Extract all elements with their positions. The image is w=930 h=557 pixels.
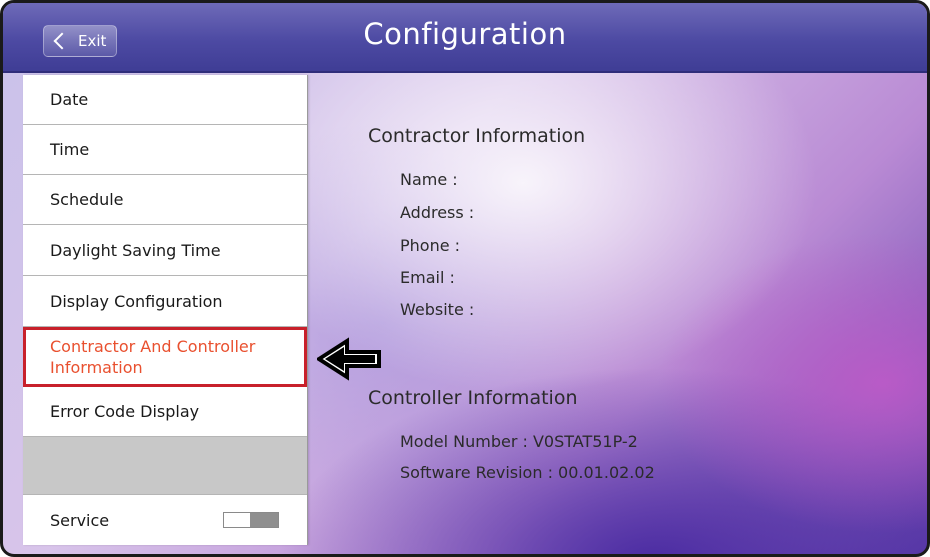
menu-item-time[interactable]: Time — [23, 125, 307, 175]
menu-item-label: Contractor And Controller Information — [50, 337, 256, 377]
controller-info-heading: Controller Information — [368, 387, 578, 409]
menu-item-label: Daylight Saving Time — [50, 241, 221, 260]
menu-item-contractor-and-controller-information[interactable]: Contractor And Controller Information — [23, 327, 307, 387]
model-number-field: Model Number : V0STAT51P-2 — [400, 432, 638, 451]
software-revision-field: Software Revision : 00.01.02.02 — [400, 463, 655, 482]
device-screen: Exit Configuration Date Time Schedule Da… — [0, 0, 930, 557]
menu-item-error-code-display[interactable]: Error Code Display — [23, 387, 307, 437]
menu-item-label: Error Code Display — [50, 402, 200, 421]
page-title: Configuration — [363, 17, 567, 51]
menu-item-label: Date — [50, 90, 89, 109]
menu-item-date[interactable]: Date — [23, 75, 307, 125]
toggle-thumb — [250, 513, 278, 527]
contractor-info-heading: Contractor Information — [368, 125, 586, 147]
toggle-off-segment — [224, 513, 250, 527]
menu-item-daylight-saving-time[interactable]: Daylight Saving Time — [23, 226, 307, 276]
menu-item-label: Time — [50, 140, 90, 159]
menu-empty-slot — [23, 437, 307, 495]
title-bar: Exit Configuration — [3, 3, 927, 73]
contractor-phone-field: Phone : — [400, 236, 461, 255]
config-menu: Date Time Schedule Daylight Saving Time … — [23, 75, 308, 545]
contractor-website-field: Website : — [400, 300, 475, 319]
menu-item-display-configuration[interactable]: Display Configuration — [23, 277, 307, 327]
menu-item-schedule[interactable]: Schedule — [23, 175, 307, 225]
contractor-email-field: Email : — [400, 268, 455, 287]
service-toggle[interactable] — [223, 512, 279, 528]
menu-item-service[interactable]: Service — [23, 495, 307, 545]
menu-item-label: Display Configuration — [50, 292, 223, 311]
contractor-name-field: Name : — [400, 170, 458, 189]
service-label: Service — [50, 510, 110, 530]
arrow-left-icon — [317, 337, 381, 381]
contractor-address-field: Address : — [400, 203, 475, 222]
menu-item-label: Schedule — [50, 190, 124, 209]
